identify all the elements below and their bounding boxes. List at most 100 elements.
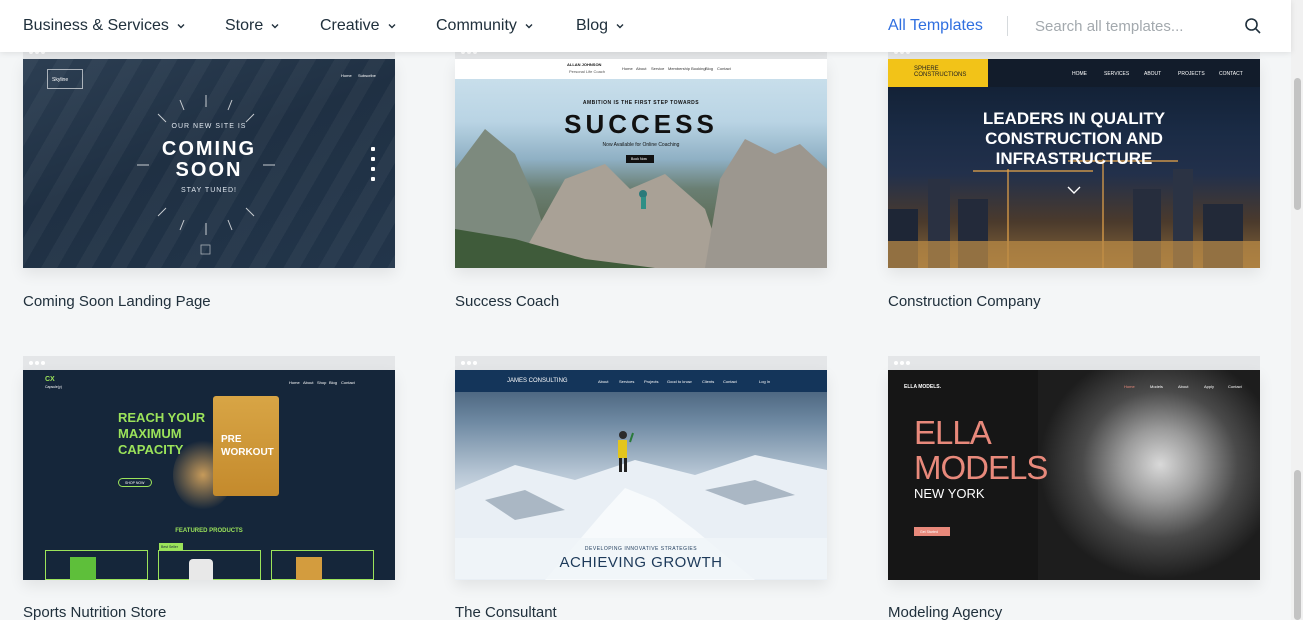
thumb-headline-line: LEADERS IN QUALITY bbox=[982, 109, 1166, 128]
template-card: ELLA MODELS. Home Models About Apply Con… bbox=[888, 356, 1260, 620]
thumb-tagline: Personal Life Coach bbox=[569, 69, 606, 74]
thumb-menu-item: Shop bbox=[317, 380, 327, 385]
thumb-section-title: FEATURED PRODUCTS bbox=[175, 528, 243, 534]
thumb-menu-item: Home bbox=[289, 380, 300, 385]
template-thumbnail[interactable]: Skyline Home Subscribe OUR NEW SITE IS C… bbox=[23, 59, 395, 268]
product-tile: Best Seller bbox=[158, 543, 261, 580]
thumb-kicker: AMBITION IS THE FIRST STEP TOWARDS bbox=[582, 100, 700, 106]
thumb-headline-line: MODELS bbox=[914, 449, 1048, 486]
thumb-menu-item: SERVICES bbox=[1104, 71, 1130, 77]
thumb-menu-item: Contact bbox=[723, 379, 737, 384]
thumb-headline-line: REACH YOUR bbox=[118, 410, 206, 425]
chevron-down-icon bbox=[525, 24, 533, 29]
nav-blog[interactable]: Blog bbox=[576, 0, 625, 52]
thumb-logo-line: CONSTRUCTIONS bbox=[914, 72, 967, 78]
template-title[interactable]: Success Coach bbox=[455, 293, 559, 310]
thumb-sub: NEW YORK bbox=[914, 486, 985, 501]
thumb-kicker: DEVELOPING INNOVATIVE STRATEGIES bbox=[584, 546, 698, 552]
nav-label: Community bbox=[436, 17, 517, 34]
thumb-menu-item: Clients bbox=[702, 379, 715, 384]
search-icon[interactable] bbox=[1243, 16, 1263, 36]
nav-label: Blog bbox=[576, 17, 609, 34]
thumb-menu-item: About bbox=[303, 380, 314, 385]
thumb-headline: SUCCESS bbox=[564, 109, 718, 139]
thumb-headline-line: INFRASTRUCTURE bbox=[995, 149, 1153, 168]
product-tile bbox=[271, 550, 374, 580]
template-title[interactable]: The Consultant bbox=[455, 604, 557, 620]
badge-label: Best Seller bbox=[161, 544, 178, 549]
thumb-menu-item: Good to know bbox=[667, 379, 692, 384]
chevron-down-icon bbox=[616, 24, 624, 29]
template-title[interactable]: Construction Company bbox=[888, 293, 1041, 310]
nav-community[interactable]: Community bbox=[436, 0, 534, 52]
thumb-headline-line: SOON bbox=[175, 159, 243, 181]
model-portrait bbox=[1038, 370, 1260, 580]
template-thumbnail[interactable]: CX Capsule(y) Home About Shop Blog Conta… bbox=[23, 370, 395, 580]
thumb-menu-item: About bbox=[636, 66, 647, 71]
thumb-menu-item: Services bbox=[619, 379, 635, 384]
thumb-sub: Now Available for Online Coaching bbox=[602, 142, 680, 148]
thumb-brand: ELLA MODELS. bbox=[904, 384, 942, 390]
thumb-button: Get Started bbox=[914, 527, 950, 536]
template-card: ALLAN JOHNSON Personal Life Coach Home A… bbox=[455, 45, 827, 310]
thumb-menu-item: Apply bbox=[1204, 384, 1215, 389]
top-navigation: Business & Services Store Creative Commu… bbox=[0, 0, 1291, 52]
template-thumbnail[interactable]: ALLAN JOHNSON Personal Life Coach Home A… bbox=[455, 59, 827, 268]
thumb-menu-item: Blog bbox=[329, 380, 338, 385]
thumb-logo-box: SPHERE CONSTRUCTIONS bbox=[888, 59, 988, 87]
nav-label: Store bbox=[225, 17, 264, 34]
thumb-menu-item: Home bbox=[1124, 384, 1135, 389]
thumb-menu-item: About bbox=[1178, 384, 1189, 389]
template-card: CX Capsule(y) Home About Shop Blog Conta… bbox=[23, 356, 395, 620]
thumb-menu-item: About bbox=[598, 379, 609, 384]
thumb-menu-item: HOME bbox=[1072, 71, 1087, 77]
thumb-menu-item: Contact bbox=[1228, 384, 1242, 389]
thumb-menu-item: Home bbox=[622, 66, 633, 71]
chevron-down-icon bbox=[177, 24, 185, 29]
template-title[interactable]: Sports Nutrition Store bbox=[23, 604, 166, 620]
template-title[interactable]: Modeling Agency bbox=[888, 604, 1002, 620]
nav-divider bbox=[1007, 16, 1008, 36]
thumb-sub: STAY TUNED! bbox=[181, 187, 237, 194]
thumb-headline: ACHIEVING GROWTH bbox=[559, 554, 723, 571]
thumb-menu-item: ABOUT bbox=[1144, 71, 1162, 77]
all-templates-link[interactable]: All Templates bbox=[888, 0, 983, 52]
template-title[interactable]: Coming Soon Landing Page bbox=[23, 293, 211, 310]
thumb-header: JAMES CONSULTING About Services Projects… bbox=[455, 370, 827, 392]
thumb-headline-line: MAXIMUM bbox=[118, 426, 182, 441]
thumb-headline-line: ELLA bbox=[914, 414, 992, 451]
thumb-menu-item: Contact bbox=[341, 380, 355, 385]
mountain-illustration bbox=[455, 129, 827, 268]
thumb-logo: CX bbox=[45, 376, 55, 383]
template-thumbnail[interactable]: ELLA MODELS. Home Models About Apply Con… bbox=[888, 370, 1260, 580]
template-thumbnail[interactable]: SPHERE CONSTRUCTIONS HOME SERVICES ABOUT… bbox=[888, 59, 1260, 268]
thumb-menu-item: PROJECTS bbox=[1178, 71, 1205, 77]
thumb-brand: ALLAN JOHNSON bbox=[567, 62, 602, 67]
nav-business-services[interactable]: Business & Services bbox=[23, 0, 186, 52]
nav-label: Business & Services bbox=[23, 17, 169, 34]
nav-store[interactable]: Store bbox=[225, 0, 280, 52]
thumb-menu-item: CONTACT bbox=[1219, 71, 1243, 77]
template-thumbnail[interactable]: JAMES CONSULTING About Services Projects… bbox=[455, 370, 827, 580]
thumb-logo-sub: Capsule(y) bbox=[45, 385, 62, 389]
thumb-button: SHOP NOW bbox=[118, 478, 152, 487]
template-card: Skyline Home Subscribe OUR NEW SITE IS C… bbox=[23, 45, 395, 310]
product-pouch: PRE WORKOUT bbox=[213, 396, 279, 496]
thumb-kicker: OUR NEW SITE IS bbox=[171, 123, 247, 130]
scrollbar-thumb-secondary[interactable] bbox=[1294, 470, 1301, 620]
nav-label: Creative bbox=[320, 17, 380, 34]
browser-chrome bbox=[455, 356, 827, 370]
template-card: JAMES CONSULTING About Services Projects… bbox=[455, 356, 827, 620]
thumb-header: ALLAN JOHNSON Personal Life Coach Home A… bbox=[455, 59, 827, 79]
search-input[interactable] bbox=[1035, 14, 1225, 38]
thumb-menu-item: Models bbox=[1150, 384, 1163, 389]
nav-creative[interactable]: Creative bbox=[320, 0, 397, 52]
browser-chrome bbox=[23, 356, 395, 370]
template-card: SPHERE CONSTRUCTIONS HOME SERVICES ABOUT… bbox=[888, 45, 1260, 310]
chevron-down-icon bbox=[388, 24, 396, 29]
scrollbar-thumb[interactable] bbox=[1294, 78, 1301, 210]
thumb-menu-item: Blog bbox=[705, 66, 714, 71]
chevron-down-icon bbox=[271, 24, 279, 29]
thumb-headline-line: CONSTRUCTION AND bbox=[985, 129, 1163, 148]
browser-chrome bbox=[888, 356, 1260, 370]
